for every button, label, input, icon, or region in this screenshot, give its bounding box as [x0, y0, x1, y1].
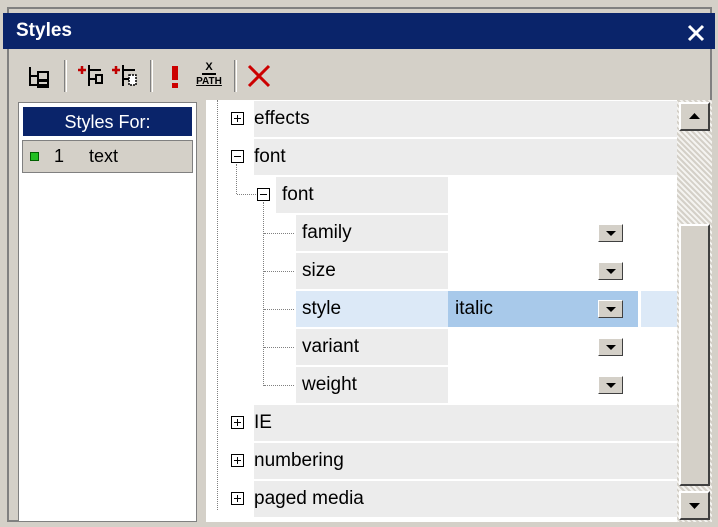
- tree-line: [263, 202, 264, 386]
- expand-icon[interactable]: [231, 492, 244, 505]
- expand-icon[interactable]: [231, 416, 244, 429]
- property-label: effects: [254, 108, 310, 129]
- property-row-variant[interactable]: variant: [296, 329, 448, 365]
- title-bar: [3, 13, 715, 49]
- tree-line: [217, 100, 218, 510]
- properties-pane: effects font font family size style ital…: [206, 100, 712, 522]
- tree-line: [264, 347, 294, 348]
- property-extra-cell: [641, 329, 677, 365]
- tree-line: [264, 309, 294, 310]
- styles-for-pane: Styles For: 1 text: [18, 102, 197, 522]
- property-extra-cell: [641, 215, 677, 251]
- property-label: paged media: [254, 488, 364, 509]
- property-row-family[interactable]: family: [296, 215, 448, 251]
- toolbar: X PATH: [12, 54, 702, 96]
- property-row-font-group[interactable]: font: [254, 139, 677, 175]
- property-label: family: [302, 222, 352, 243]
- item-bullet-icon: [30, 152, 39, 161]
- tree-line: [237, 194, 256, 195]
- dropdown-arrow-icon[interactable]: [598, 376, 623, 394]
- tree-line: [264, 271, 294, 272]
- window-title: Styles: [16, 20, 72, 41]
- scroll-down-button[interactable]: [679, 491, 710, 520]
- list-item[interactable]: 1 text: [22, 140, 193, 173]
- property-label: variant: [302, 336, 360, 357]
- dropdown-arrow-icon[interactable]: [598, 338, 623, 356]
- dropdown-arrow-icon[interactable]: [598, 300, 623, 318]
- tree-line: [264, 385, 294, 386]
- dropdown-arrow-icon[interactable]: [598, 224, 623, 242]
- property-extra-cell: [641, 291, 677, 327]
- property-label: size: [302, 260, 336, 281]
- xpath-icon[interactable]: X PATH: [194, 61, 224, 91]
- close-icon[interactable]: [686, 23, 706, 43]
- delete-icon[interactable]: [244, 61, 274, 91]
- vertical-scrollbar[interactable]: [677, 100, 712, 522]
- expand-icon[interactable]: [231, 112, 244, 125]
- property-row-size[interactable]: size: [296, 253, 448, 289]
- property-row-weight[interactable]: weight: [296, 367, 448, 403]
- property-extra-cell: [641, 177, 677, 213]
- tree-line: [236, 164, 237, 194]
- property-label: font: [282, 184, 314, 205]
- property-value-cell: [448, 177, 638, 213]
- property-row-font[interactable]: font: [276, 177, 448, 213]
- property-extra-cell: [641, 253, 677, 289]
- tree-layout-icon[interactable]: [24, 61, 54, 91]
- property-row-style[interactable]: style: [296, 291, 448, 327]
- toolbar-separator: [64, 60, 67, 92]
- expand-icon[interactable]: [231, 454, 244, 467]
- toolbar-separator: [234, 60, 237, 92]
- property-extra-cell: [641, 367, 677, 403]
- scroll-thumb[interactable]: [679, 224, 710, 486]
- property-row-ie[interactable]: IE: [254, 405, 677, 441]
- add-after-icon[interactable]: [74, 61, 104, 91]
- tree-line: [264, 233, 294, 234]
- collapse-icon[interactable]: [257, 188, 270, 201]
- style-value-text: italic: [455, 298, 494, 319]
- property-label: font: [254, 146, 286, 167]
- pane-splitter[interactable]: [197, 100, 206, 527]
- add-before-icon[interactable]: [108, 61, 138, 91]
- collapse-icon[interactable]: [231, 150, 244, 163]
- arrow-up-icon: [689, 113, 700, 119]
- scroll-up-button[interactable]: [679, 102, 710, 131]
- arrow-down-icon: [689, 503, 700, 509]
- property-label: style: [302, 298, 342, 319]
- item-index: 1: [54, 146, 65, 166]
- property-row-paged-media[interactable]: paged media: [254, 481, 677, 517]
- property-label: weight: [302, 374, 357, 395]
- property-row-effects[interactable]: effects: [254, 101, 677, 137]
- item-label: text: [89, 146, 119, 166]
- important-icon[interactable]: [160, 61, 190, 91]
- styles-for-header: Styles For:: [22, 106, 193, 137]
- dropdown-arrow-icon[interactable]: [598, 262, 623, 280]
- toolbar-separator: [150, 60, 153, 92]
- property-row-numbering[interactable]: numbering: [254, 443, 677, 479]
- property-label: IE: [254, 412, 272, 433]
- property-label: numbering: [254, 450, 344, 471]
